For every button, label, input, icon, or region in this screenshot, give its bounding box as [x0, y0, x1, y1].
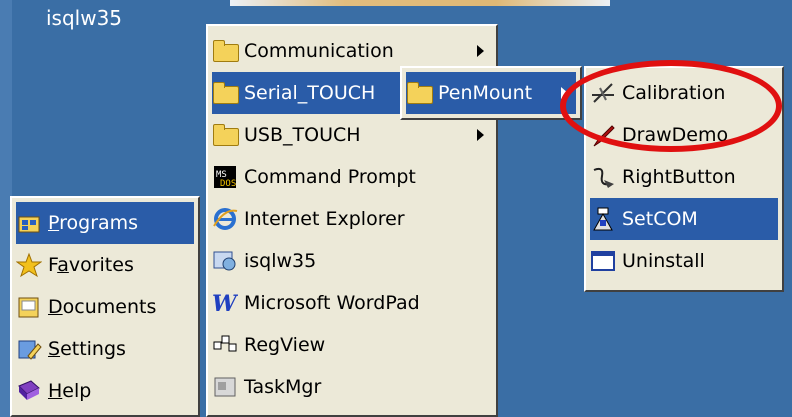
settings-label: Settings — [48, 338, 126, 360]
setcom-icon — [590, 206, 616, 232]
menu-item-regview[interactable]: RegView — [212, 324, 492, 366]
submenu-arrow-icon — [561, 87, 568, 99]
folder-icon — [406, 80, 433, 106]
start-menu-item-programs[interactable]: Programs — [16, 202, 194, 244]
internet-explorer-icon — [212, 206, 238, 232]
menu-item-uninstall[interactable]: Uninstall — [590, 240, 778, 282]
window-title-glow — [230, 0, 610, 6]
menu-item-label: Uninstall — [622, 250, 705, 272]
menu-item-label: Serial_TOUCH — [244, 82, 376, 104]
desktop-icon-label[interactable]: isqlw35 — [46, 6, 122, 30]
settings-icon — [16, 336, 42, 362]
start-menu: Programs Favorites Documents Settings He… — [10, 196, 200, 417]
penmount-menu: Calibration DrawDemo RightButton SetCOM … — [584, 66, 784, 292]
rightbutton-icon — [590, 164, 616, 190]
submenu-arrow-icon — [477, 45, 484, 57]
isqlw35-icon — [212, 248, 238, 274]
documents-label: Documents — [48, 296, 157, 318]
taskmgr-icon — [212, 374, 238, 400]
folder-icon — [212, 122, 239, 148]
folder-icon — [212, 38, 239, 64]
uninstall-icon — [590, 248, 616, 274]
menu-item-label: DrawDemo — [622, 124, 729, 146]
documents-icon — [16, 294, 42, 320]
wordpad-icon: W — [212, 290, 239, 317]
favorites-label: Favorites — [48, 254, 134, 276]
help-icon — [16, 378, 42, 404]
menu-item-label: TaskMgr — [244, 376, 322, 398]
regview-icon — [212, 332, 238, 358]
help-label: Help — [48, 380, 92, 402]
menu-item-penmount[interactable]: PenMount — [406, 72, 576, 114]
menu-item-usb-touch[interactable]: USB_TOUCH — [212, 114, 492, 156]
menu-item-label: Internet Explorer — [244, 208, 405, 230]
menu-item-wordpad[interactable]: W Microsoft WordPad — [212, 282, 492, 324]
star-icon — [15, 252, 43, 278]
menu-item-setcom[interactable]: SetCOM — [590, 198, 778, 240]
command-prompt-icon: MS DOS — [212, 164, 238, 190]
menu-item-label: Communication — [244, 40, 394, 62]
start-menu-item-help[interactable]: Help — [16, 370, 194, 412]
menu-item-label: USB_TOUCH — [244, 124, 361, 146]
programs-icon — [16, 210, 42, 236]
menu-item-command-prompt[interactable]: MS DOS Command Prompt — [212, 156, 492, 198]
calibration-icon — [590, 80, 616, 106]
serial-touch-menu: PenMount — [400, 66, 582, 120]
folder-icon — [212, 80, 239, 106]
menu-item-label: RegView — [244, 334, 326, 356]
menu-item-isqlw35[interactable]: isqlw35 — [212, 240, 492, 282]
menu-item-label: Command Prompt — [244, 166, 416, 188]
menu-item-label: isqlw35 — [244, 250, 317, 272]
start-menu-item-settings[interactable]: Settings — [16, 328, 194, 370]
start-menu-item-documents[interactable]: Documents — [16, 286, 194, 328]
menu-item-label: Calibration — [622, 82, 726, 104]
menu-item-label: SetCOM — [622, 208, 698, 230]
menu-item-label: Microsoft WordPad — [244, 292, 420, 314]
programs-label: Programs — [48, 212, 139, 234]
svg-text:DOS: DOS — [220, 179, 236, 189]
menu-item-label: RightButton — [622, 166, 736, 188]
menu-item-label: PenMount — [438, 82, 533, 104]
drawdemo-icon — [590, 122, 616, 148]
start-menu-item-favorites[interactable]: Favorites — [15, 244, 194, 286]
menu-item-calibration[interactable]: Calibration — [590, 72, 778, 114]
svg-text:W: W — [212, 291, 238, 316]
menu-item-taskmgr[interactable]: TaskMgr — [212, 366, 492, 408]
submenu-arrow-icon — [477, 129, 484, 141]
menu-item-internet-explorer[interactable]: Internet Explorer — [212, 198, 492, 240]
menu-item-rightbutton[interactable]: RightButton — [590, 156, 778, 198]
menu-item-drawdemo[interactable]: DrawDemo — [590, 114, 778, 156]
